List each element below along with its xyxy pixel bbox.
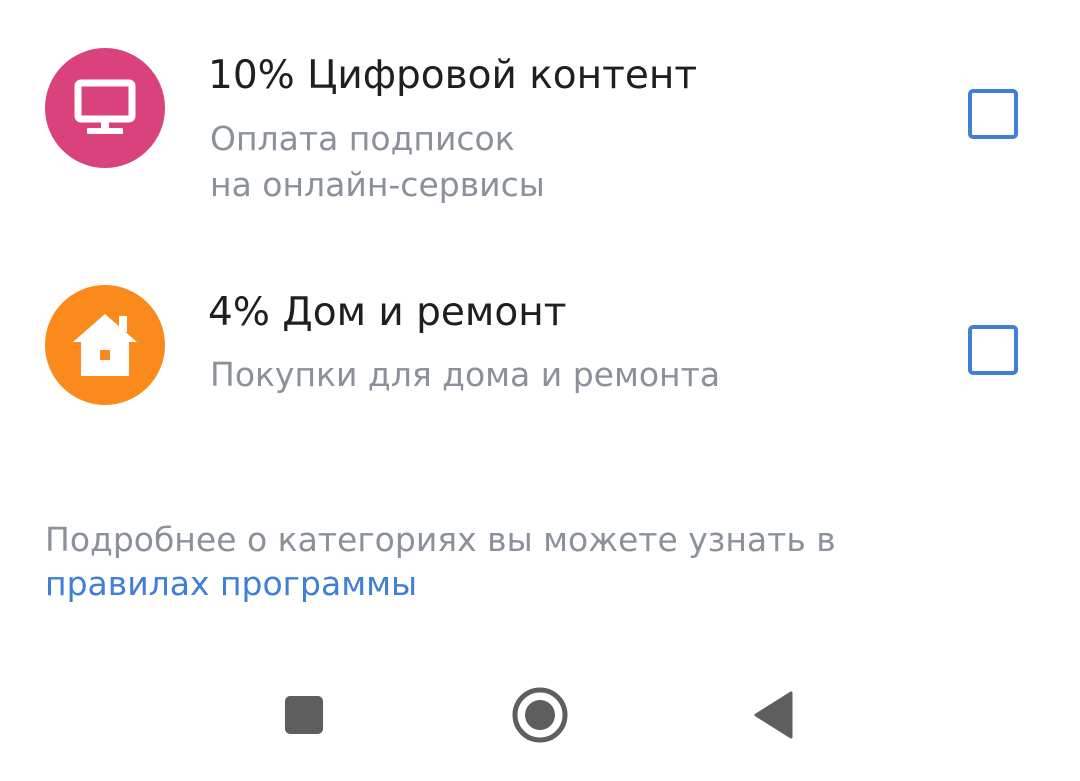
category-home-repair[interactable]: 4% Дом и ремонт Покупки для дома и ремон… (0, 270, 1080, 420)
category-description: Оплата подписок на онлайн-сервисы (210, 116, 890, 208)
house-icon (73, 314, 137, 376)
category-icon-badge (45, 285, 165, 405)
monitor-icon (74, 79, 136, 134)
category-digital-content[interactable]: 10% Цифровой контент Оплата подписок на … (0, 0, 1080, 230)
info-text: Подробнее о категориях вы можете узнать … (45, 518, 1045, 606)
home-button[interactable] (490, 660, 590, 770)
category-checkbox[interactable] (968, 89, 1018, 139)
system-navigation-bar (0, 660, 1080, 781)
recents-button[interactable] (254, 660, 354, 770)
category-icon-badge (45, 48, 165, 168)
category-checkbox[interactable] (968, 325, 1018, 375)
category-description-line: Оплата подписок (210, 119, 515, 158)
program-rules-link[interactable]: правилах программы (45, 564, 417, 603)
back-button[interactable] (724, 660, 824, 770)
category-title: 10% Цифровой контент (208, 53, 698, 98)
home-circle-icon (512, 687, 568, 743)
screen: 10% Цифровой контент Оплата подписок на … (0, 0, 1080, 781)
category-description-line: Покупки для дома и ремонта (210, 355, 721, 394)
category-title: 4% Дом и ремонт (208, 290, 567, 335)
back-triangle-icon (754, 691, 793, 739)
category-description: Покупки для дома и ремонта (210, 352, 890, 398)
category-description-line: на онлайн-сервисы (210, 165, 545, 204)
recents-square-icon (285, 696, 323, 734)
info-text-body: Подробнее о категориях вы можете узнать … (45, 520, 836, 559)
